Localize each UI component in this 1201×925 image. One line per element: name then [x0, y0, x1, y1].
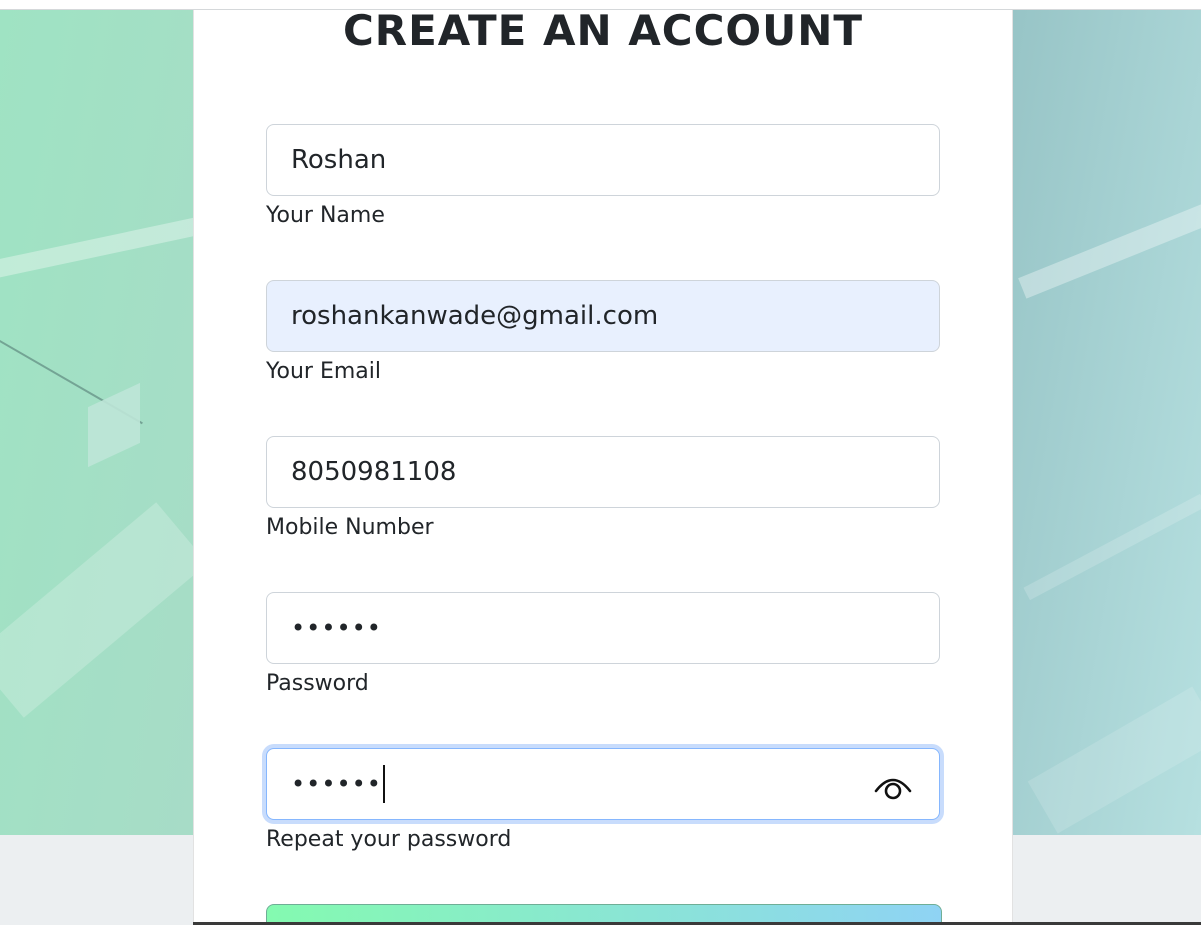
repeat-password-label: Repeat your password	[266, 827, 512, 852]
name-label: Your Name	[266, 203, 385, 228]
email-input[interactable]: roshankanwade@gmail.com	[266, 280, 940, 352]
name-input-value: Roshan	[291, 145, 387, 175]
email-label: Your Email	[266, 359, 381, 384]
page-title: CREATE AN ACCOUNT	[342, 10, 864, 55]
mobile-input-value: 8050981108	[291, 457, 457, 487]
eye-icon[interactable]	[873, 767, 913, 803]
mobile-input[interactable]: 8050981108	[266, 436, 940, 508]
repeat-password-input-value: ••••••	[291, 770, 382, 798]
password-label: Password	[266, 671, 369, 696]
mobile-label: Mobile Number	[266, 515, 434, 540]
password-input[interactable]: ••••••	[266, 592, 940, 664]
name-field-group: Roshan Your Name	[266, 124, 940, 230]
name-input[interactable]: Roshan	[266, 124, 940, 196]
signup-card: CREATE AN ACCOUNT Roshan Your Name rosha…	[193, 10, 1013, 925]
email-field-group: roshankanwade@gmail.com Your Email	[266, 280, 940, 386]
email-input-value: roshankanwade@gmail.com	[291, 301, 659, 331]
repeat-password-field-group: •••••• Repeat your password	[266, 748, 940, 854]
mobile-field-group: 8050981108 Mobile Number	[266, 436, 940, 542]
password-field-group: •••••• Password	[266, 592, 940, 698]
browser-top-strip	[0, 0, 1201, 10]
repeat-password-input[interactable]: ••••••	[266, 748, 940, 820]
text-caret	[382, 765, 385, 803]
password-input-value: ••••••	[291, 614, 382, 642]
